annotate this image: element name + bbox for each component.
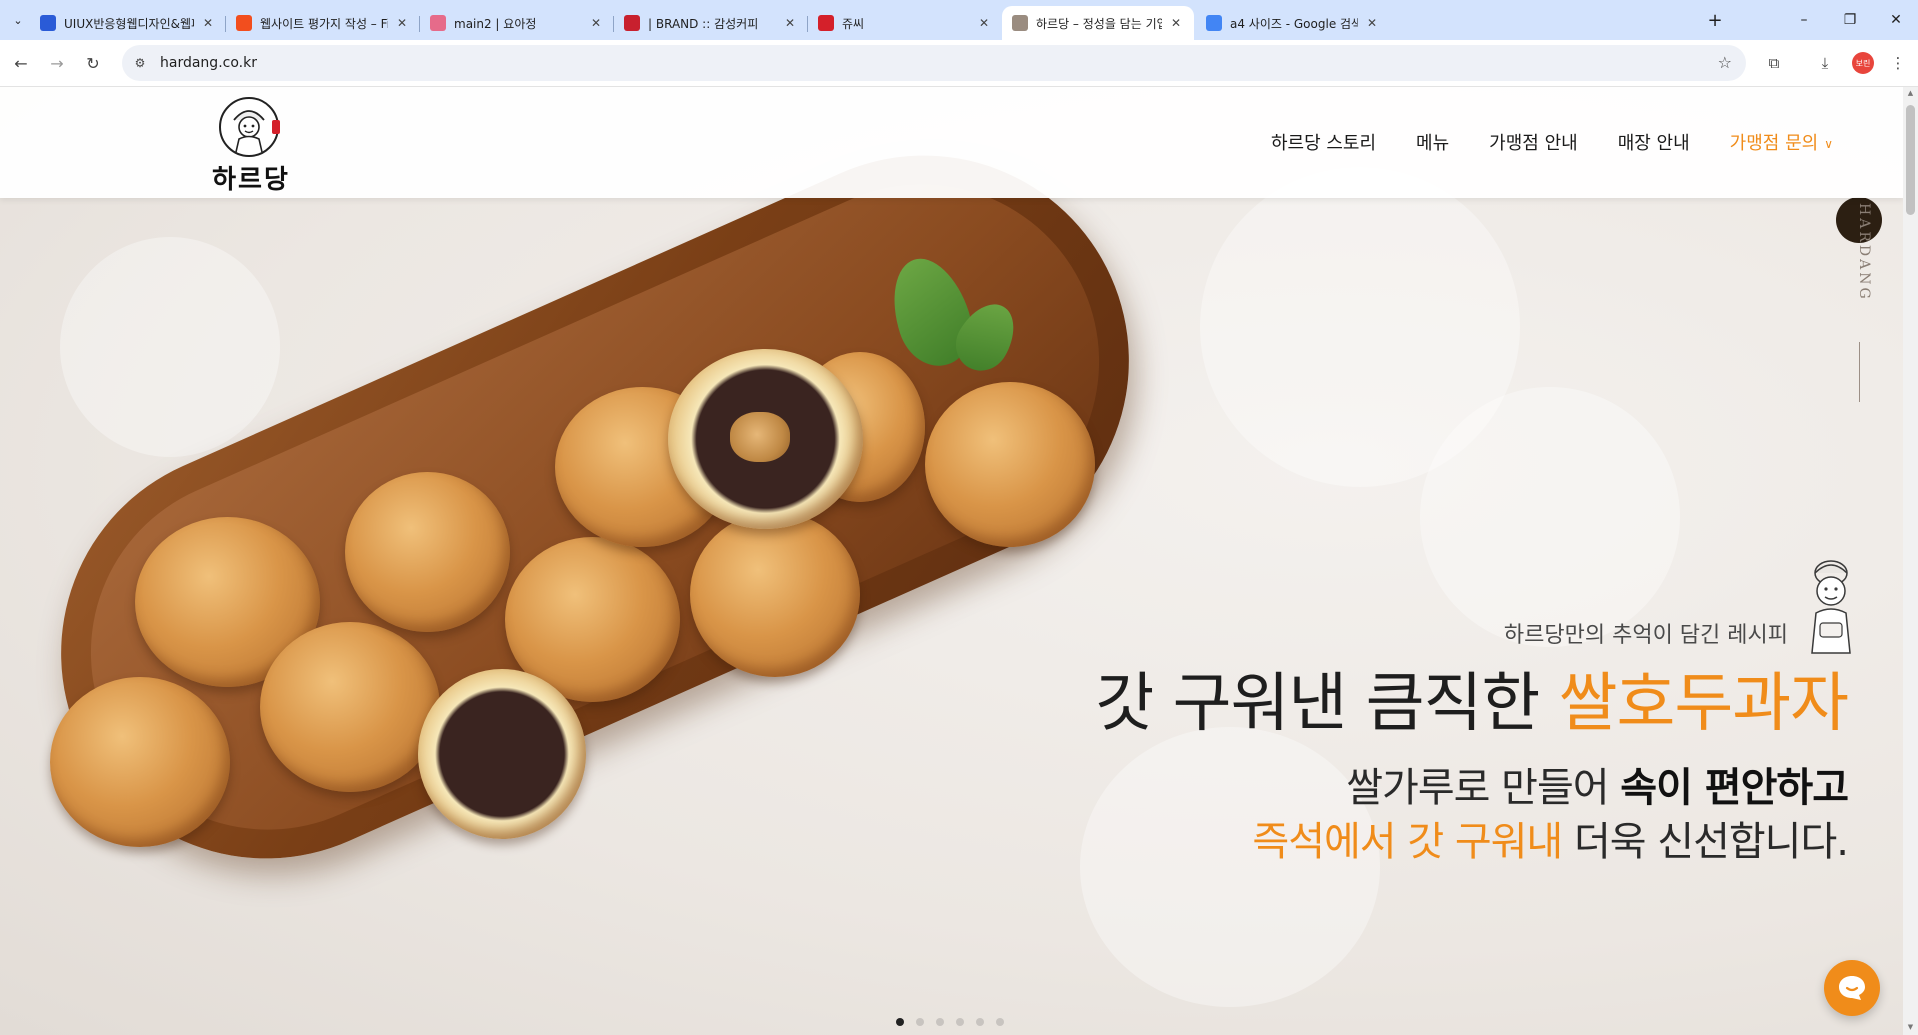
slider-dot[interactable] <box>896 1018 904 1026</box>
hero-body-line2-plain: 더욱 신선합니다. <box>1562 819 1849 866</box>
tab-favicon-icon <box>1206 15 1222 31</box>
hero-copy: 하르당만의 추억이 담긴 레시피 갓 구워낸 큼직한 쌀호두과자 쌀가루로 만들… <box>1095 617 1849 869</box>
tab-favicon-icon <box>236 15 252 31</box>
hero-body-line2-accent: 즉석에서 갓 구워내 <box>1252 819 1563 866</box>
hero-title: 갓 구워낸 큼직한 쌀호두과자 <box>1095 667 1849 741</box>
walnut-cookie-image <box>690 512 860 677</box>
browser-tab-0[interactable]: UIUX반응형웹디자인&웹퍼블리 ✕ <box>30 6 226 40</box>
reload-button[interactable]: ↻ <box>80 50 106 76</box>
page-viewport: HARDANG 하르당만의 추억이 담긴 레시피 갓 구워낸 큼직한 쌀호두과자… <box>0 87 1903 1035</box>
scrollbar-thumb[interactable] <box>1906 105 1915 215</box>
hero-body-line1-plain: 쌀가루로 만들어 <box>1346 765 1621 812</box>
walnut-cookie-image <box>260 622 440 792</box>
new-tab-button[interactable]: + <box>1702 8 1728 32</box>
minimize-button[interactable]: – <box>1784 6 1824 34</box>
chat-button[interactable] <box>1824 960 1880 1016</box>
browser-tab-4[interactable]: 쥬씨 ✕ <box>808 6 1002 40</box>
bookmark-star-icon[interactable]: ☆ <box>1718 53 1732 72</box>
browser-tab-2[interactable]: main2 | 요아정 ✕ <box>420 6 614 40</box>
hero-title-accent: 쌀호두과자 <box>1558 667 1849 741</box>
main-navigation: 하르당 스토리 메뉴 가맹점 안내 매장 안내 가맹점 문의 ∨ <box>1231 129 1833 155</box>
nav-item-menu[interactable]: 메뉴 <box>1416 129 1449 155</box>
browser-tab-3[interactable]: | BRAND :: 감성커피 ✕ <box>614 6 808 40</box>
browser-toolbar: ← → ↻ ⚙ hardang.co.kr ☆ ⧉ ⤓ 보린 ⋮ <box>0 40 1918 87</box>
tab-favicon-icon <box>40 15 56 31</box>
chevron-down-icon: ∨ <box>1824 137 1833 151</box>
hero-body: 쌀가루로 만들어 속이 편안하고 즉석에서 갓 구워내 더욱 신선합니다. <box>1095 761 1849 869</box>
walnut-cookie-image <box>345 472 510 632</box>
tab-title: UIUX반응형웹디자인&웹퍼블리 <box>64 16 194 31</box>
tab-title: | BRAND :: 감성커피 <box>648 16 759 31</box>
close-icon[interactable]: ✕ <box>394 15 410 31</box>
close-icon[interactable]: ✕ <box>1168 15 1184 31</box>
logo-text: 하르당 <box>212 165 290 195</box>
browser-tab-6[interactable]: a4 사이즈 - Google 검색 ✕ <box>1196 6 1390 40</box>
logo-mascot-icon <box>219 97 280 157</box>
tab-title: main2 | 요아정 <box>454 16 537 31</box>
tab-favicon-icon <box>1012 15 1028 31</box>
menu-kebab-icon[interactable]: ⋮ <box>1886 51 1910 75</box>
nav-item-store-info[interactable]: 매장 안내 <box>1618 129 1690 155</box>
browser-tab-5[interactable]: 하르당 – 정성을 담는 기업 ✕ <box>1002 6 1194 40</box>
close-icon[interactable]: ✕ <box>588 15 604 31</box>
hero-body-line1-bold: 속이 편안하고 <box>1620 765 1849 812</box>
download-icon[interactable]: ⤓ <box>1813 51 1837 75</box>
slider-dot[interactable] <box>956 1018 964 1026</box>
site-logo[interactable]: 하르당 <box>208 96 294 195</box>
slider-pagination <box>896 1018 1016 1026</box>
tab-title: 웹사이트 평가지 작성 – Figma <box>260 16 388 31</box>
walnut-cookie-image <box>50 677 230 847</box>
close-icon[interactable]: ✕ <box>1364 15 1380 31</box>
chat-bubble-icon <box>1839 976 1865 1000</box>
hero-slide: HARDANG 하르당만의 추억이 담긴 레시피 갓 구워낸 큼직한 쌀호두과자… <box>0 87 1903 1035</box>
forward-button[interactable]: → <box>44 50 70 76</box>
cut-cookie-image <box>418 669 586 839</box>
browser-tab-bar: ⌄ UIUX반응형웹디자인&웹퍼블리 ✕ 웹사이트 평가지 작성 – Figma… <box>0 0 1918 40</box>
tab-title: 쥬씨 <box>842 16 865 31</box>
back-button[interactable]: ← <box>8 50 34 76</box>
address-bar[interactable]: ⚙ hardang.co.kr ☆ <box>122 45 1746 81</box>
slider-dot[interactable] <box>936 1018 944 1026</box>
tab-favicon-icon <box>818 15 834 31</box>
walnut-cookie-image <box>925 382 1095 547</box>
slider-dot[interactable] <box>916 1018 924 1026</box>
tab-title: 하르당 – 정성을 담는 기업 <box>1036 16 1162 31</box>
tab-title: a4 사이즈 - Google 검색 <box>1230 16 1358 31</box>
slider-dot[interactable] <box>976 1018 984 1026</box>
scroll-down-arrow-icon[interactable]: ▼ <box>1906 1023 1915 1033</box>
side-brand-label: HARDANG <box>1856 203 1872 302</box>
url-text[interactable]: hardang.co.kr <box>160 55 257 71</box>
nav-item-franchise-inquiry[interactable]: 가맹점 문의 ∨ <box>1730 129 1833 155</box>
extensions-icon[interactable]: ⧉ <box>1762 51 1786 75</box>
nav-item-story[interactable]: 하르당 스토리 <box>1271 129 1376 155</box>
tab-favicon-icon <box>624 15 640 31</box>
hero-title-plain: 갓 구워낸 큼직한 <box>1095 667 1559 741</box>
page-scrollbar[interactable]: ▲ ▼ <box>1903 87 1918 1035</box>
side-divider <box>1859 342 1860 402</box>
hero-subtitle: 하르당만의 추억이 담긴 레시피 <box>1503 623 1788 648</box>
site-header: 하르당 하르당 스토리 메뉴 가맹점 안내 매장 안내 가맹점 문의 ∨ <box>0 87 1903 198</box>
restore-button[interactable]: ❐ <box>1830 6 1870 34</box>
tab-favicon-icon <box>430 15 446 31</box>
tab-search-button[interactable]: ⌄ <box>6 8 30 32</box>
close-icon[interactable]: ✕ <box>200 15 216 31</box>
site-info-icon[interactable]: ⚙ <box>130 53 150 73</box>
nav-item-label: 가맹점 문의 <box>1729 133 1819 154</box>
close-window-button[interactable]: ✕ <box>1876 6 1916 34</box>
browser-tab-1[interactable]: 웹사이트 평가지 작성 – Figma ✕ <box>226 6 420 40</box>
close-icon[interactable]: ✕ <box>782 15 798 31</box>
slider-dot[interactable] <box>996 1018 1004 1026</box>
profile-avatar[interactable]: 보린 <box>1852 52 1874 74</box>
walnut-image <box>730 412 790 462</box>
scroll-up-arrow-icon[interactable]: ▲ <box>1906 89 1915 99</box>
nav-item-franchise-info[interactable]: 가맹점 안내 <box>1489 129 1578 155</box>
close-icon[interactable]: ✕ <box>976 15 992 31</box>
